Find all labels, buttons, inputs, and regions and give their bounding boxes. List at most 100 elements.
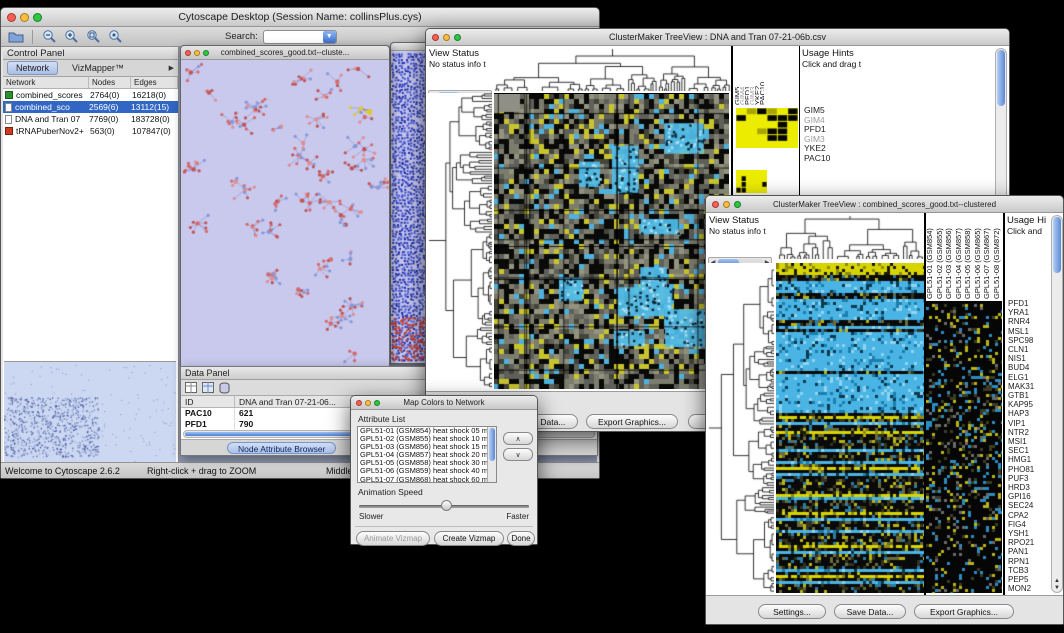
- network-canvas-main[interactable]: [181, 60, 389, 366]
- dna-mini-heat-b[interactable]: [736, 170, 767, 193]
- close-button[interactable]: [712, 201, 719, 208]
- gene-label[interactable]: MON2: [1008, 584, 1050, 593]
- gene-label[interactable]: PUF3: [1008, 474, 1050, 483]
- gene-label[interactable]: GPI16: [1008, 492, 1050, 501]
- gene-label[interactable]: KAP95: [1008, 400, 1050, 409]
- comb-heatmap-main[interactable]: [776, 263, 926, 593]
- create-vizmap-button[interactable]: Create Vizmap: [434, 531, 504, 546]
- zoom-button[interactable]: [203, 50, 209, 56]
- gene-label[interactable]: HAP3: [1008, 409, 1050, 418]
- gene-label[interactable]: CLN1: [1008, 345, 1050, 354]
- treeview-vscrollbar[interactable]: ▲▼: [1051, 215, 1063, 593]
- gene-label[interactable]: FIG4: [1008, 520, 1050, 529]
- list-vscrollbar[interactable]: [487, 427, 496, 482]
- scroll-arrows-icon[interactable]: ▲▼: [1052, 578, 1062, 592]
- dna-heatmap[interactable]: [494, 93, 729, 389]
- zoom-in-icon[interactable]: [63, 29, 80, 45]
- export-graphics-button[interactable]: Export Graphics...: [586, 414, 678, 429]
- animation-speed-slider[interactable]: [359, 500, 529, 512]
- move-down-button[interactable]: ∨: [503, 448, 533, 461]
- gene-label[interactable]: HRD3: [1008, 483, 1050, 492]
- gene-label[interactable]: MSL1: [1008, 327, 1050, 336]
- gene-label[interactable]: BUD4: [1008, 363, 1050, 372]
- move-up-button[interactable]: ∧: [503, 432, 533, 445]
- gene-label[interactable]: CPA2: [1008, 511, 1050, 520]
- gene-label[interactable]: RPN1: [1008, 557, 1050, 566]
- zoom-button[interactable]: [454, 34, 461, 41]
- tab-vizmapper[interactable]: VizMapper™: [64, 62, 132, 74]
- overview-canvas[interactable]: [4, 361, 176, 462]
- gene-label[interactable]: MAK31: [1008, 382, 1050, 391]
- attribute-listbox[interactable]: GPL51-01 (GSM854) heat shock 05 minGPL51…: [357, 426, 497, 483]
- node-attribute-browser-tab[interactable]: Node Attribute Browser: [227, 442, 336, 454]
- zoom-selected-icon[interactable]: [107, 29, 124, 45]
- gene-label[interactable]: MSI1: [1008, 437, 1050, 446]
- network-row-selected[interactable]: combined_sco 2569(6) 13112(15): [3, 101, 178, 113]
- gene-label[interactable]: TCB3: [1008, 566, 1050, 575]
- main-window-titlebar[interactable]: Cytoscape Desktop (Session Name: collins…: [1, 8, 599, 27]
- comb-heatmap-right[interactable]: [926, 301, 1002, 593]
- gene-label[interactable]: PHO81: [1008, 465, 1050, 474]
- network-view-1-titlebar[interactable]: combined_scores_good.txt--cluste...: [181, 46, 389, 60]
- gene-label[interactable]: PFD1: [1008, 299, 1050, 308]
- scrollbar-thumb[interactable]: [489, 428, 495, 461]
- gene-label[interactable]: PEP5: [1008, 575, 1050, 584]
- minimize-button[interactable]: [20, 13, 29, 22]
- zoom-out-icon[interactable]: [41, 29, 58, 45]
- database-icon[interactable]: [219, 382, 230, 394]
- network-row[interactable]: combined_scores 2764(0) 16218(0): [3, 89, 178, 101]
- minimize-button[interactable]: [443, 34, 450, 41]
- scrollbar-thumb[interactable]: [1053, 217, 1061, 273]
- done-button[interactable]: Done: [507, 531, 535, 546]
- attribute-table-icon[interactable]: [185, 382, 197, 393]
- close-button[interactable]: [432, 34, 439, 41]
- close-button[interactable]: [7, 13, 16, 22]
- splitter[interactable]: [1003, 213, 1005, 595]
- minimize-button[interactable]: [723, 201, 730, 208]
- zoom-fit-icon[interactable]: [85, 29, 102, 45]
- gene-label[interactable]: HMG1: [1008, 455, 1050, 464]
- save-data-button[interactable]: Save Data...: [834, 604, 906, 619]
- treeview-combined-titlebar[interactable]: ClusterMaker TreeView : combined_scores_…: [706, 196, 1063, 213]
- gene-label[interactable]: YSH1: [1008, 529, 1050, 538]
- slider-thumb[interactable]: [441, 500, 452, 511]
- gene-label[interactable]: PAN1: [1008, 547, 1050, 556]
- zoom-button[interactable]: [734, 201, 741, 208]
- gene-label[interactable]: NTR2: [1008, 428, 1050, 437]
- gene-label[interactable]: NIS1: [1008, 354, 1050, 363]
- minimize-button[interactable]: [194, 50, 200, 56]
- combo-arrow-icon[interactable]: ▼: [323, 31, 336, 43]
- dna-row-dendro[interactable]: [428, 93, 492, 388]
- dialog-titlebar[interactable]: Map Colors to Network: [351, 396, 537, 410]
- gene-label[interactable]: ELG1: [1008, 373, 1050, 382]
- tab-network[interactable]: Network: [7, 61, 58, 75]
- gene-label[interactable]: SEC1: [1008, 446, 1050, 455]
- gene-label[interactable]: RPO21: [1008, 538, 1050, 547]
- attribute-list-item[interactable]: GPL51-07 (GSM868) heat shock 60 min: [358, 476, 496, 483]
- scrollbar-thumb[interactable]: [997, 50, 1005, 106]
- dna-mini-heat-a[interactable]: [736, 108, 798, 148]
- dna-col-dendro[interactable]: [494, 48, 731, 91]
- minimize-button[interactable]: [365, 400, 371, 406]
- close-button[interactable]: [185, 50, 191, 56]
- animate-vizmap-button[interactable]: Animate Vizmap: [356, 531, 430, 546]
- network-row[interactable]: DNA and Tran 07 7769(0) 183728(0): [3, 113, 178, 125]
- gene-label[interactable]: SPC98: [1008, 336, 1050, 345]
- close-button[interactable]: [356, 400, 362, 406]
- gene-label[interactable]: SEC24: [1008, 501, 1050, 510]
- gene-label[interactable]: VIP1: [1008, 419, 1050, 428]
- gene-label[interactable]: YRA1: [1008, 308, 1050, 317]
- gene-label[interactable]: PAC10: [804, 154, 848, 164]
- gene-label[interactable]: GTB1: [1008, 391, 1050, 400]
- network-row[interactable]: tRNAPuberNov2+ 563(0) 107847(0): [3, 125, 178, 137]
- export-graphics-button[interactable]: Export Graphics...: [914, 604, 1014, 619]
- treeview-dna-titlebar[interactable]: ClusterMaker TreeView : DNA and Tran 07-…: [426, 29, 1009, 46]
- tabs-overflow-icon[interactable]: ▶: [169, 64, 174, 72]
- comb-col-dendro[interactable]: [776, 215, 924, 259]
- zoom-button[interactable]: [374, 400, 380, 406]
- zoom-button[interactable]: [33, 13, 42, 22]
- open-folder-icon[interactable]: [7, 29, 24, 45]
- search-combobox[interactable]: ▼: [263, 30, 337, 44]
- gene-label[interactable]: RNR4: [1008, 317, 1050, 326]
- select-attributes-icon[interactable]: [202, 382, 214, 393]
